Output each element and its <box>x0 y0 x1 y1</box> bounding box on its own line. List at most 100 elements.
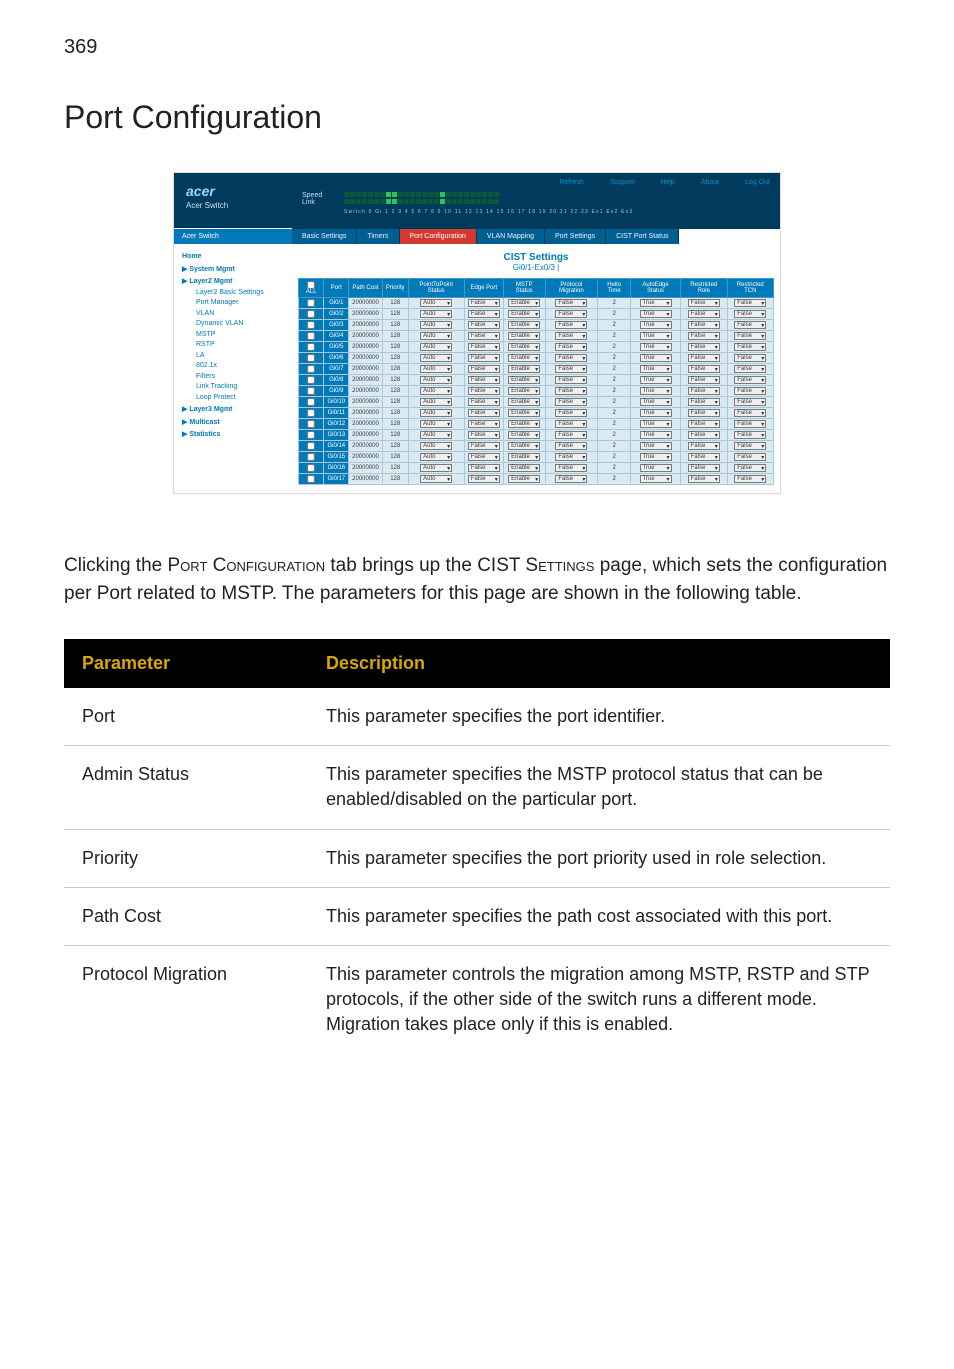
cell[interactable] <box>299 474 324 485</box>
row-checkbox[interactable] <box>307 453 315 461</box>
rtcn-select[interactable]: False <box>734 332 766 340</box>
cell[interactable]: False <box>545 353 598 364</box>
cell[interactable]: Auto <box>408 353 464 364</box>
cell[interactable]: False <box>680 408 727 419</box>
cell[interactable]: True <box>631 408 681 419</box>
p2p-select[interactable]: Auto <box>420 442 452 450</box>
tab-cist-port-status[interactable]: CIST Port Status <box>606 229 679 244</box>
cell[interactable] <box>299 353 324 364</box>
edge-select[interactable]: False <box>468 387 500 395</box>
cell[interactable]: False <box>680 441 727 452</box>
nav-item[interactable]: Link Tracking <box>196 382 288 393</box>
cell[interactable]: False <box>727 430 774 441</box>
cell[interactable] <box>299 375 324 386</box>
cell[interactable]: Enable <box>503 375 545 386</box>
p2p-select[interactable]: Auto <box>420 365 452 373</box>
cell[interactable] <box>299 397 324 408</box>
cell[interactable]: Enable <box>503 331 545 342</box>
mig-select[interactable]: False <box>555 442 587 450</box>
cell[interactable]: Enable <box>503 463 545 474</box>
cell[interactable] <box>299 419 324 430</box>
edge-select[interactable]: False <box>468 343 500 351</box>
rrole-select[interactable]: False <box>688 376 720 384</box>
mig-select[interactable]: False <box>555 376 587 384</box>
cell[interactable]: Auto <box>408 386 464 397</box>
cell[interactable] <box>299 298 324 309</box>
row-checkbox[interactable] <box>307 299 315 307</box>
cell[interactable]: True <box>631 364 681 375</box>
cell[interactable]: False <box>545 375 598 386</box>
p2p-select[interactable]: Auto <box>420 409 452 417</box>
edge-select[interactable]: False <box>468 299 500 307</box>
rrole-select[interactable]: False <box>688 332 720 340</box>
row-checkbox[interactable] <box>307 343 315 351</box>
mstp-select[interactable]: Enable <box>508 354 540 362</box>
cell[interactable]: False <box>545 474 598 485</box>
cell[interactable]: False <box>680 474 727 485</box>
cell[interactable] <box>299 320 324 331</box>
mig-select[interactable]: False <box>555 420 587 428</box>
cell[interactable]: Gi0/1 <box>324 298 349 309</box>
mstp-select[interactable]: Enable <box>508 409 540 417</box>
cell[interactable]: Enable <box>503 364 545 375</box>
rtcn-select[interactable]: False <box>734 365 766 373</box>
edge-select[interactable]: False <box>468 321 500 329</box>
cell[interactable] <box>299 408 324 419</box>
cell[interactable]: False <box>464 298 503 309</box>
cell[interactable]: Gi0/14 <box>324 441 349 452</box>
edge-select[interactable]: False <box>468 310 500 318</box>
mig-select[interactable]: False <box>555 321 587 329</box>
auto-select[interactable]: True <box>640 299 672 307</box>
mig-select[interactable]: False <box>555 453 587 461</box>
auto-select[interactable]: True <box>640 365 672 373</box>
mstp-select[interactable]: Enable <box>508 376 540 384</box>
cell[interactable]: Enable <box>503 474 545 485</box>
row-checkbox[interactable] <box>307 464 315 472</box>
auto-select[interactable]: True <box>640 354 672 362</box>
rtcn-select[interactable]: False <box>734 464 766 472</box>
row-checkbox[interactable] <box>307 365 315 373</box>
cell[interactable]: False <box>727 419 774 430</box>
cell[interactable]: Gi0/3 <box>324 320 349 331</box>
mstp-select[interactable]: Enable <box>508 299 540 307</box>
cell[interactable]: False <box>727 298 774 309</box>
cell[interactable]: Gi0/4 <box>324 331 349 342</box>
cell[interactable]: Gi0/2 <box>324 309 349 320</box>
mstp-select[interactable]: Enable <box>508 321 540 329</box>
rrole-select[interactable]: False <box>688 387 720 395</box>
cell[interactable]: False <box>545 309 598 320</box>
cell[interactable]: Auto <box>408 419 464 430</box>
rrole-select[interactable]: False <box>688 398 720 406</box>
cell[interactable]: False <box>727 452 774 463</box>
cell[interactable]: False <box>727 309 774 320</box>
cell[interactable]: Enable <box>503 408 545 419</box>
mig-select[interactable]: False <box>555 299 587 307</box>
cell[interactable]: True <box>631 419 681 430</box>
cell[interactable]: False <box>545 397 598 408</box>
nav-item[interactable]: LA <box>196 351 288 362</box>
mig-select[interactable]: False <box>555 431 587 439</box>
cell[interactable]: Enable <box>503 419 545 430</box>
cell[interactable]: False <box>464 419 503 430</box>
nav-item[interactable]: RSTP <box>196 340 288 351</box>
cell[interactable]: True <box>631 463 681 474</box>
mig-select[interactable]: False <box>555 365 587 373</box>
cell[interactable]: False <box>464 452 503 463</box>
cell[interactable]: False <box>680 375 727 386</box>
p2p-select[interactable]: Auto <box>420 453 452 461</box>
cell[interactable]: Auto <box>408 320 464 331</box>
edge-select[interactable]: False <box>468 409 500 417</box>
auto-select[interactable]: True <box>640 398 672 406</box>
row-checkbox[interactable] <box>307 376 315 384</box>
auto-select[interactable]: True <box>640 409 672 417</box>
row-checkbox[interactable] <box>307 310 315 318</box>
cell[interactable]: False <box>680 342 727 353</box>
cell[interactable]: True <box>631 309 681 320</box>
rrole-select[interactable]: False <box>688 354 720 362</box>
cell[interactable]: Gi0/15 <box>324 452 349 463</box>
mig-select[interactable]: False <box>555 310 587 318</box>
cell[interactable]: True <box>631 353 681 364</box>
mstp-select[interactable]: Enable <box>508 464 540 472</box>
row-checkbox[interactable] <box>307 332 315 340</box>
rrole-select[interactable]: False <box>688 431 720 439</box>
